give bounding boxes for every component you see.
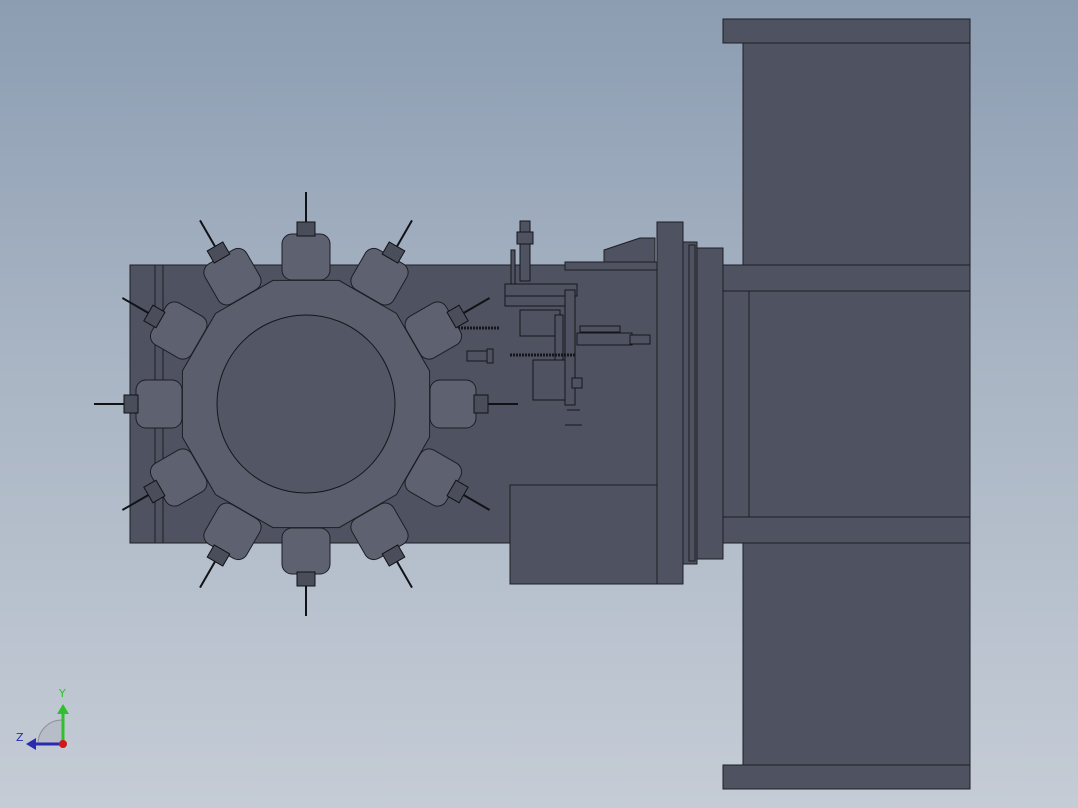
triad-y-arrow [57, 704, 69, 714]
frame-bottom-rail [721, 516, 971, 544]
triad-arc [37, 719, 63, 746]
turret-center-disc [216, 314, 396, 494]
flange-ring [696, 247, 724, 560]
feeder-post [519, 220, 531, 282]
spoke-nozzle [281, 527, 331, 616]
triad-y-label: Y [59, 687, 66, 700]
view-orientation-triad [26, 704, 69, 750]
cylinder-body [576, 332, 633, 346]
triad-x-axis [59, 740, 67, 748]
feeder-arm [519, 309, 561, 337]
frame-top-flange [722, 18, 971, 44]
spoke-nozzle [281, 192, 331, 281]
mount-plate [656, 221, 684, 585]
frame-column [742, 42, 971, 766]
frame-top-rail [721, 264, 971, 292]
frame-bottom-flange [722, 764, 971, 790]
feeder-frame-low [504, 295, 574, 307]
frame-inner-panel [721, 290, 750, 518]
cylinder-rod [579, 325, 621, 333]
cad-model-view[interactable] [0, 0, 1078, 808]
triad-z-label: Z [16, 731, 24, 744]
nozzle-mid [466, 350, 488, 362]
flange-plate-thin [688, 244, 696, 562]
top-bracket-base [564, 261, 658, 271]
cylinder-end [629, 334, 651, 345]
lower-block [509, 484, 683, 585]
spoke-nozzle [94, 379, 183, 429]
nozzle-mid-tip [486, 348, 494, 364]
feeder-motor [532, 359, 566, 401]
feeder-bolt [571, 377, 583, 389]
feeder-post-cap [516, 231, 534, 245]
triad-z-arrow [26, 738, 36, 750]
top-bracket [603, 237, 656, 265]
cad-viewport[interactable]: Y Z [0, 0, 1078, 808]
